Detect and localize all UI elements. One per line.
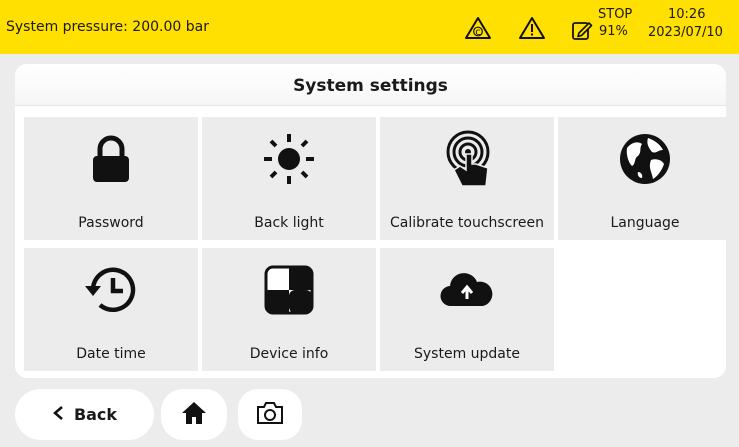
tile-language[interactable]: Language	[558, 117, 726, 240]
home-button[interactable]	[161, 389, 227, 440]
globe-icon	[558, 131, 726, 187]
tile-date-time[interactable]: Date time	[24, 248, 198, 371]
tile-system-update[interactable]: System update	[380, 248, 554, 371]
tile-label: Calibrate touchscreen	[390, 215, 544, 231]
screenshot-button[interactable]	[238, 389, 302, 440]
tile-label: Date time	[76, 346, 146, 362]
edit-icon[interactable]	[571, 19, 593, 41]
warning-icon[interactable]	[518, 16, 546, 40]
tile-label: Device info	[249, 346, 329, 362]
chevron-left-icon	[52, 405, 64, 425]
clock-time: 10:26	[668, 7, 706, 22]
device-info-icon	[202, 262, 376, 318]
percent-value: 91%	[599, 24, 628, 39]
touch-target-icon	[380, 130, 554, 187]
tile-password[interactable]: Password	[24, 117, 198, 240]
warning-c-icon[interactable]: c	[464, 16, 492, 40]
tile-label: Back light	[254, 215, 324, 231]
tile-label: System update	[414, 346, 520, 362]
tile-device-info[interactable]: Device info	[202, 248, 376, 371]
tile-label: Language	[610, 215, 680, 231]
camera-icon	[255, 401, 285, 429]
sun-icon	[202, 131, 376, 187]
lock-icon	[24, 131, 198, 187]
home-icon	[181, 401, 207, 429]
system-pressure-text: System pressure: 200.00 bar	[6, 19, 209, 35]
history-clock-icon	[24, 262, 198, 318]
back-label: Back	[73, 405, 118, 424]
cloud-upload-icon	[380, 262, 554, 318]
status-bar: System pressure: 200.00 bar c STOP 91% 1…	[0, 0, 739, 54]
stop-status: STOP	[598, 7, 633, 22]
page-title: System settings	[15, 64, 726, 106]
back-button[interactable]: Back	[15, 389, 154, 440]
tile-back-light[interactable]: Back light	[202, 117, 376, 240]
tile-label: Password	[78, 215, 144, 231]
clock-date: 2023/07/10	[648, 25, 723, 40]
settings-panel: System settings Password Back light Cali…	[15, 64, 726, 378]
tile-calibrate-touchscreen[interactable]: Calibrate touchscreen	[380, 117, 554, 240]
